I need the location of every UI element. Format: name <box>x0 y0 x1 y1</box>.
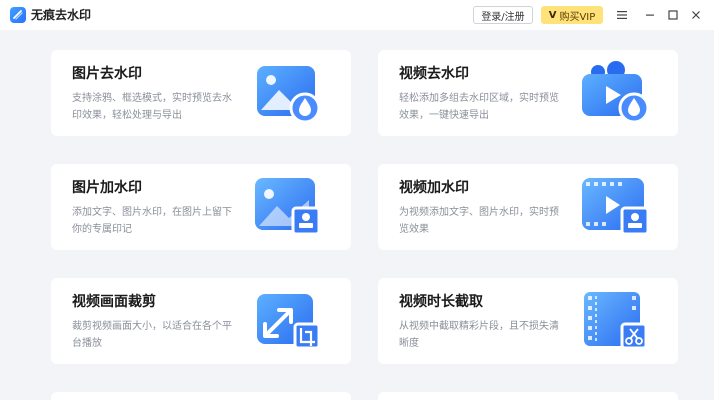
app-logo-icon <box>10 7 26 23</box>
card-title: 视频去水印 <box>399 66 469 82</box>
login-register-button[interactable]: 登录/注册 <box>473 6 533 24</box>
video-trim-icon <box>576 286 656 356</box>
card-description: 裁剪视频画面大小，以适合在各个平台播放 <box>72 321 232 349</box>
card-video-add-watermark[interactable]: 视频加水印 为视频添加文字、图片水印，实时预览效果 <box>378 164 678 250</box>
card-video-trim[interactable]: 视频时长截取 从视频中截取精彩片段，且不损失清晰度 <box>378 278 678 364</box>
card-description: 为视频添加文字、图片水印，实时预览效果 <box>399 207 559 235</box>
vip-icon: V <box>548 9 557 21</box>
image-remove-watermark-icon <box>249 58 329 128</box>
card-video-remove-watermark[interactable]: 视频去水印 轻松添加多组去水印区域，实时预览效果，一键快速导出 <box>378 50 678 136</box>
minimize-icon[interactable] <box>642 7 658 23</box>
video-remove-watermark-icon <box>576 58 656 128</box>
image-add-watermark-icon <box>249 172 329 242</box>
card-title: 图片去水印 <box>72 66 142 82</box>
buy-vip-button[interactable]: V 购买VIP <box>541 6 603 24</box>
card-image-remove-watermark[interactable]: 图片去水印 支持涂鸦、框选模式，实时预览去水印效果，轻松处理与导出 <box>51 50 351 136</box>
close-icon[interactable] <box>688 7 704 23</box>
maximize-icon[interactable] <box>665 7 681 23</box>
card-description: 添加文字、图片水印，在图片上留下你的专属印记 <box>72 207 232 235</box>
card-title: 视频画面裁剪 <box>72 294 156 310</box>
video-crop-icon <box>249 286 329 356</box>
card-title: 视频加水印 <box>399 180 469 196</box>
card-description: 轻松添加多组去水印区域，实时预览效果，一键快速导出 <box>399 93 559 121</box>
menu-icon[interactable] <box>614 7 630 23</box>
card-partial-right[interactable] <box>378 392 678 400</box>
app-title: 无痕去水印 <box>31 8 92 22</box>
card-description: 从视频中截取精彩片段，且不损失清晰度 <box>399 321 559 349</box>
card-title: 视频时长截取 <box>399 294 483 310</box>
title-bar: 无痕去水印 登录/注册 V 购买VIP <box>0 0 714 30</box>
card-partial-left[interactable] <box>51 392 351 400</box>
video-add-watermark-icon <box>576 172 656 242</box>
card-title: 图片加水印 <box>72 180 142 196</box>
card-video-crop[interactable]: 视频画面裁剪 裁剪视频画面大小，以适合在各个平台播放 <box>51 278 351 364</box>
buy-vip-label: 购买VIP <box>559 11 596 23</box>
card-image-add-watermark[interactable]: 图片加水印 添加文字、图片水印，在图片上留下你的专属印记 <box>51 164 351 250</box>
card-description: 支持涂鸦、框选模式，实时预览去水印效果，轻松处理与导出 <box>72 93 232 121</box>
